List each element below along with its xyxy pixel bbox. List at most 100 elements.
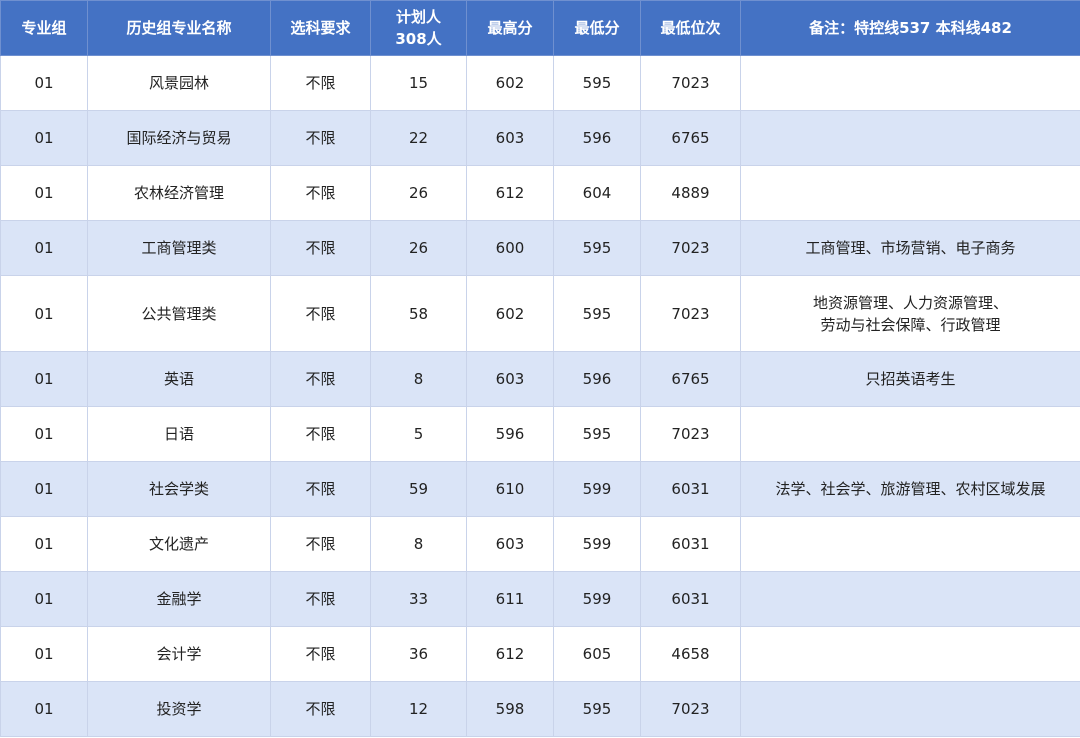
cell-min-score: 604 [553,165,641,221]
cell-group: 01 [0,351,88,407]
cell-major: 文化遗产 [87,516,271,572]
table-row: 01 社会学类 不限 59 610 599 6031 法学、社会学、旅游管理、农… [0,461,1080,517]
cell-min-rank: 4889 [640,165,741,221]
cell-max-score: 602 [466,275,554,352]
cell-max-score: 603 [466,110,554,166]
cell-max-score: 612 [466,626,554,682]
table-row: 01 文化遗产 不限 8 603 599 6031 [0,516,1080,572]
note-line2: 劳动与社会保障、行政管理 [820,315,1001,334]
cell-plan: 36 [370,626,467,682]
cell-notes [740,626,1080,682]
cell-plan: 26 [370,165,467,221]
cell-plan: 59 [370,461,467,517]
cell-group: 01 [0,461,88,517]
cell-min-rank: 7023 [640,220,741,276]
header-group: 专业组 [0,0,88,56]
cell-group: 01 [0,55,88,111]
cell-max-score: 603 [466,351,554,407]
cell-major: 英语 [87,351,271,407]
cell-min-rank: 7023 [640,275,741,352]
header-plan: 计划人 308人 [370,0,467,56]
cell-requirement: 不限 [270,351,371,407]
header-plan-line1: 计划人 [395,8,441,26]
cell-major: 社会学类 [87,461,271,517]
cell-plan: 15 [370,55,467,111]
cell-max-score: 610 [466,461,554,517]
cell-major: 工商管理类 [87,220,271,276]
cell-min-score: 596 [553,110,641,166]
cell-requirement: 不限 [270,681,371,737]
cell-group: 01 [0,220,88,276]
cell-major: 投资学 [87,681,271,737]
header-min-score: 最低分 [553,0,641,56]
cell-min-score: 605 [553,626,641,682]
note-line1: 法学、社会学、旅游管理、农村区域发展 [775,480,1046,498]
cell-requirement: 不限 [270,461,371,517]
cell-notes: 只招英语考生 [740,351,1080,407]
cell-major: 农林经济管理 [87,165,271,221]
cell-max-score: 600 [466,220,554,276]
admission-score-table: 专业组 历史组专业名称 选科要求 计划人 308人 最高分 最低分 最低位次 备… [0,0,1080,737]
cell-group: 01 [0,110,88,166]
cell-major: 会计学 [87,626,271,682]
table-row: 01 金融学 不限 33 611 599 6031 [0,571,1080,627]
cell-plan: 33 [370,571,467,627]
header-min-rank: 最低位次 [640,0,741,56]
cell-max-score: 611 [466,571,554,627]
table-row: 01 会计学 不限 36 612 605 4658 [0,626,1080,682]
cell-requirement: 不限 [270,406,371,462]
cell-notes: 法学、社会学、旅游管理、农村区域发展 [740,461,1080,517]
cell-max-score: 603 [466,516,554,572]
header-row: 专业组 历史组专业名称 选科要求 计划人 308人 最高分 最低分 最低位次 备… [0,0,1080,56]
cell-min-score: 595 [553,220,641,276]
cell-notes [740,406,1080,462]
cell-max-score: 612 [466,165,554,221]
cell-group: 01 [0,626,88,682]
cell-min-score: 599 [553,516,641,572]
cell-notes: 地资源管理、人力资源管理、 劳动与社会保障、行政管理 [740,275,1080,352]
cell-major: 金融学 [87,571,271,627]
cell-plan: 5 [370,406,467,462]
cell-min-rank: 6765 [640,110,741,166]
table-row: 01 风景园林 不限 15 602 595 7023 [0,55,1080,111]
cell-plan: 58 [370,275,467,352]
cell-group: 01 [0,516,88,572]
header-major: 历史组专业名称 [87,0,271,56]
cell-min-rank: 6031 [640,571,741,627]
cell-notes [740,681,1080,737]
cell-min-score: 595 [553,681,641,737]
cell-major: 公共管理类 [87,275,271,352]
table-row: 01 日语 不限 5 596 595 7023 [0,406,1080,462]
table-row: 01 投资学 不限 12 598 595 7023 [0,681,1080,737]
cell-requirement: 不限 [270,626,371,682]
table-row: 01 英语 不限 8 603 596 6765 只招英语考生 [0,351,1080,407]
header-plan-line2: 308人 [395,30,442,48]
table-row: 01 工商管理类 不限 26 600 595 7023 工商管理、市场营销、电子… [0,220,1080,276]
note-line1: 工商管理、市场营销、电子商务 [805,239,1016,257]
cell-notes [740,516,1080,572]
cell-notes [740,571,1080,627]
table-row: 01 国际经济与贸易 不限 22 603 596 6765 [0,110,1080,166]
cell-notes [740,110,1080,166]
note-line1: 只招英语考生 [865,370,956,388]
cell-min-score: 599 [553,571,641,627]
cell-requirement: 不限 [270,110,371,166]
cell-min-rank: 6031 [640,461,741,517]
cell-plan: 8 [370,516,467,572]
cell-requirement: 不限 [270,516,371,572]
cell-min-rank: 7023 [640,406,741,462]
header-subject-requirement: 选科要求 [270,0,371,56]
cell-requirement: 不限 [270,275,371,352]
note-line1: 地资源管理、人力资源管理、 [812,293,1008,312]
cell-group: 01 [0,406,88,462]
cell-plan: 26 [370,220,467,276]
cell-requirement: 不限 [270,571,371,627]
cell-group: 01 [0,571,88,627]
cell-min-score: 595 [553,275,641,352]
cell-min-rank: 7023 [640,55,741,111]
cell-min-score: 596 [553,351,641,407]
cell-min-score: 595 [553,406,641,462]
cell-plan: 22 [370,110,467,166]
cell-min-rank: 7023 [640,681,741,737]
cell-notes [740,165,1080,221]
